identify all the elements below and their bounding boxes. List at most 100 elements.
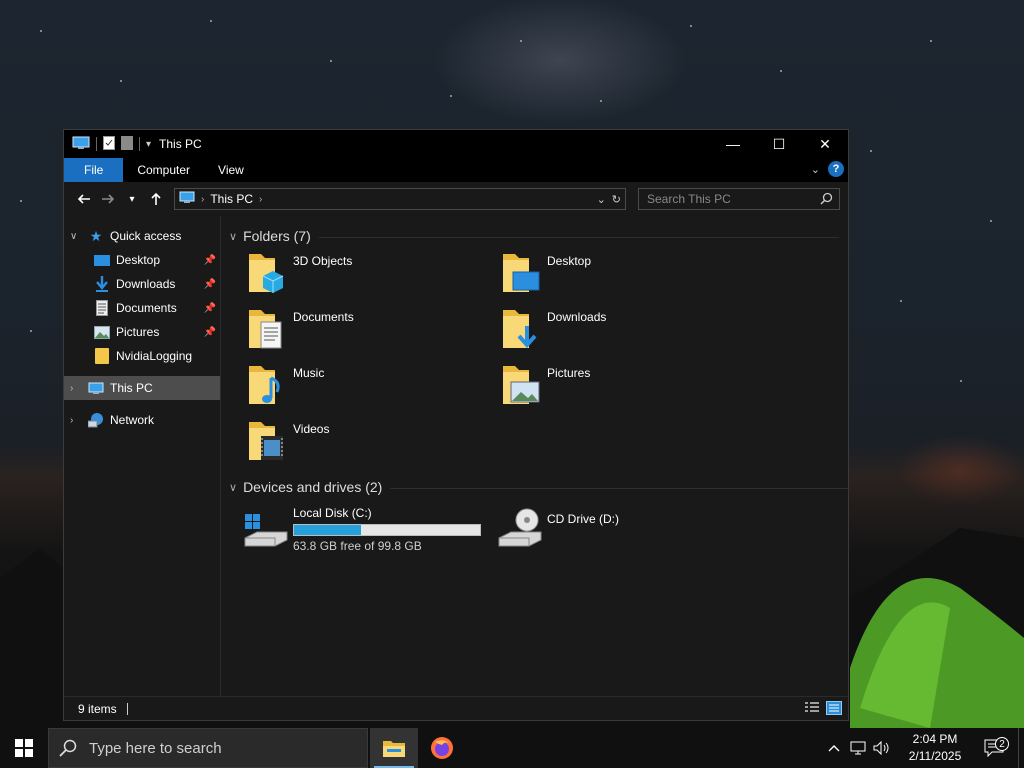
show-desktop-button[interactable]: [1018, 728, 1024, 768]
clock[interactable]: 2:04 PM 2/11/2025: [900, 731, 970, 765]
expand-chevron-icon[interactable]: ›: [70, 383, 82, 394]
collapse-chevron-icon[interactable]: ∨: [229, 230, 237, 243]
sidebar-item-nvidialogging[interactable]: NvidiaLogging: [64, 344, 220, 368]
firefox-taskbar-button[interactable]: [418, 728, 466, 768]
this-pc-icon: [72, 136, 90, 153]
tab-file[interactable]: File: [64, 158, 124, 182]
pin-icon[interactable]: 📌: [204, 279, 216, 290]
network-icon[interactable]: [846, 741, 870, 755]
file-explorer-icon: [383, 741, 405, 757]
tab-computer[interactable]: Computer: [123, 158, 204, 182]
maximize-button[interactable]: ☐: [756, 130, 802, 158]
drive-label: Local Disk (C:): [293, 506, 372, 520]
sidebar-item-this-pc[interactable]: › This PC: [64, 376, 220, 400]
folder-label: Downloads: [547, 310, 607, 324]
up-arrow-icon: [151, 192, 161, 205]
breadcrumb-separator-icon[interactable]: ›: [259, 194, 262, 205]
sidebar-item-label: Desktop: [116, 253, 161, 267]
sidebar-item-pictures[interactable]: Pictures 📌: [64, 320, 220, 344]
folder-icon: [94, 348, 110, 364]
sidebar-item-downloads[interactable]: Downloads 📌: [64, 272, 220, 296]
sidebar-item-label: This PC: [110, 381, 153, 395]
search-box[interactable]: Search This PC: [638, 188, 840, 210]
navigation-pane: ∨ ★ Quick access Desktop 📌 Downloads 📌 D…: [64, 216, 221, 696]
drives-group-header[interactable]: ∨ Devices and drives (2): [229, 479, 851, 495]
action-center-button[interactable]: 2: [970, 737, 1018, 757]
title-bar[interactable]: ▾ This PC — ☐ ✕: [64, 130, 848, 158]
windows-logo-icon: [15, 739, 33, 757]
3d-objects-folder-icon: [247, 252, 293, 298]
drives-group-title: Devices and drives (2): [243, 479, 383, 495]
pin-icon[interactable]: 📌: [204, 327, 216, 338]
drive-local-disk-c[interactable]: Local Disk (C:) 63.8 GB free of 99.8 GB: [243, 506, 481, 556]
address-bar[interactable]: › This PC › ⌄ ↻: [174, 188, 626, 210]
drive-cd-d[interactable]: CD Drive (D:): [497, 506, 619, 556]
explorer-body: ∨ ★ Quick access Desktop 📌 Downloads 📌 D…: [64, 216, 851, 696]
search-icon[interactable]: [820, 192, 833, 208]
documents-icon: [94, 300, 110, 316]
music-folder-icon: [247, 364, 293, 410]
sidebar-item-label: Documents: [116, 301, 177, 315]
notification-count: 2: [995, 737, 1009, 751]
address-history-icon[interactable]: ⌄: [597, 193, 606, 206]
folders-group-title: Folders (7): [243, 228, 311, 244]
back-button[interactable]: [72, 187, 96, 211]
group-divider: [390, 488, 851, 489]
minimize-button[interactable]: —: [710, 130, 756, 158]
show-hidden-icons-icon[interactable]: [822, 744, 846, 752]
large-icons-view-icon[interactable]: [826, 701, 842, 715]
file-explorer-taskbar-button[interactable]: [370, 728, 418, 768]
quick-access-toolbar: ▾: [64, 135, 151, 153]
taskbar-search-placeholder: Type here to search: [89, 739, 222, 757]
new-folder-icon[interactable]: [121, 135, 133, 153]
pin-icon[interactable]: 📌: [204, 303, 216, 314]
details-view-icon[interactable]: [804, 701, 820, 715]
folder-label: Videos: [293, 422, 330, 436]
window-controls: — ☐ ✕: [710, 130, 848, 158]
sidebar-item-network[interactable]: › Network: [64, 408, 220, 432]
sidebar-item-label: Downloads: [116, 277, 176, 291]
collapse-chevron-icon[interactable]: ∨: [229, 481, 237, 494]
folder-label: Documents: [293, 310, 354, 324]
drive-usage-fill: [294, 525, 361, 535]
sidebar-item-quick-access[interactable]: ∨ ★ Quick access: [64, 224, 220, 248]
folder-videos[interactable]: Videos: [247, 420, 497, 468]
sidebar-item-label: Quick access: [110, 229, 182, 243]
this-pc-icon: [179, 191, 195, 207]
folders-group-header[interactable]: ∨ Folders (7): [229, 228, 839, 244]
window-title: This PC: [159, 137, 202, 151]
help-button[interactable]: ?: [828, 161, 844, 177]
pictures-icon: [94, 324, 110, 340]
drive-info: Local Disk (C:) 63.8 GB free of 99.8 GB: [293, 506, 481, 556]
start-button[interactable]: [0, 728, 48, 768]
forward-button[interactable]: [96, 187, 120, 211]
sidebar-item-label: NvidiaLogging: [116, 349, 193, 363]
firefox-icon: [431, 737, 453, 759]
item-count: 9 items: [78, 701, 117, 716]
folder-desktop[interactable]: Desktop: [501, 252, 751, 300]
tab-view[interactable]: View: [204, 158, 258, 182]
folder-downloads[interactable]: Downloads: [501, 308, 751, 356]
up-button[interactable]: [144, 187, 168, 211]
properties-icon[interactable]: [103, 135, 115, 153]
folder-pictures[interactable]: Pictures: [501, 364, 751, 412]
folder-music[interactable]: Music: [247, 364, 497, 412]
pin-icon[interactable]: 📌: [204, 255, 216, 266]
expand-ribbon-icon[interactable]: ⌄: [811, 163, 820, 176]
breadcrumb-this-pc[interactable]: This PC: [210, 192, 253, 206]
recent-locations-button[interactable]: ▾: [120, 187, 144, 211]
volume-icon[interactable]: [870, 741, 894, 755]
drive-label: CD Drive (D:): [547, 512, 619, 526]
customize-toolbar-icon[interactable]: ▾: [146, 139, 151, 150]
folder-documents[interactable]: Documents: [247, 308, 497, 356]
refresh-icon[interactable]: ↻: [612, 193, 621, 206]
expand-chevron-icon[interactable]: ∨: [70, 231, 82, 242]
taskbar-search[interactable]: Type here to search: [48, 728, 368, 768]
sidebar-item-documents[interactable]: Documents 📌: [64, 296, 220, 320]
folder-label: 3D Objects: [293, 254, 353, 268]
folder-3d-objects[interactable]: 3D Objects: [247, 252, 497, 300]
search-placeholder: Search This PC: [647, 192, 731, 206]
sidebar-item-desktop[interactable]: Desktop 📌: [64, 248, 220, 272]
expand-chevron-icon[interactable]: ›: [70, 415, 82, 426]
close-button[interactable]: ✕: [802, 130, 848, 158]
